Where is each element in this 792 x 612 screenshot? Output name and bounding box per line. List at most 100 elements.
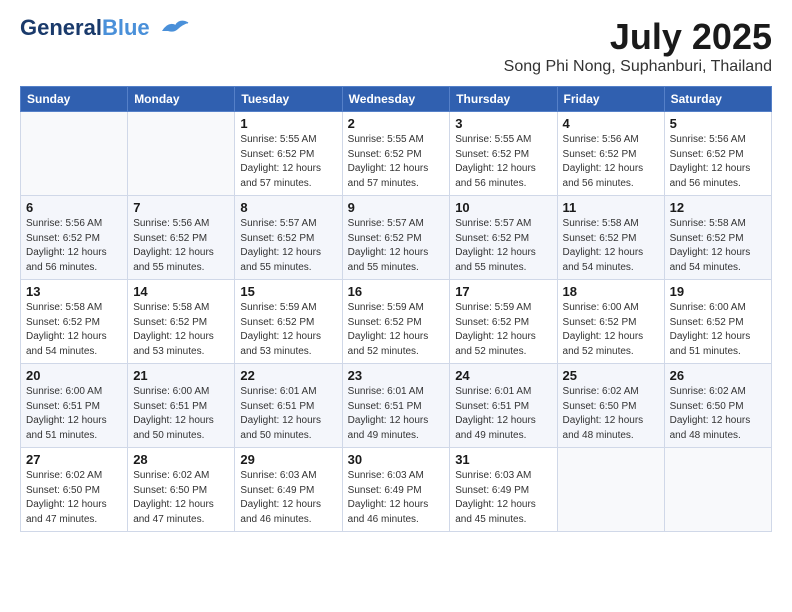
day-number: 27 [26, 452, 122, 467]
day-info: Sunrise: 5:56 AM Sunset: 6:52 PM Dayligh… [26, 217, 122, 275]
calendar-header-row: SundayMondayTuesdayWednesdayThursdayFrid… [21, 87, 772, 112]
location-title: Song Phi Nong, Suphanburi, Thailand [504, 58, 772, 76]
day-number: 12 [670, 200, 766, 215]
page-header: GeneralBlue July 2025 Song Phi Nong, Sup… [20, 16, 772, 76]
day-info: Sunrise: 6:00 AM Sunset: 6:52 PM Dayligh… [670, 301, 766, 359]
day-number: 25 [563, 368, 659, 383]
calendar-cell: 30 Sunrise: 6:03 AM Sunset: 6:49 PM Dayli… [342, 448, 450, 532]
calendar-cell: 4Sunrise: 5:56 AM Sunset: 6:52 PM Daylig… [557, 112, 664, 196]
day-number: 29 [240, 452, 336, 467]
day-number: 30 [348, 452, 445, 467]
day-info: Sunrise: 6:03 AM Sunset: 6:49 PM Dayligh… [348, 469, 445, 527]
calendar-cell: 20 Sunrise: 6:00 AM Sunset: 6:51 PM Dayli… [21, 364, 128, 448]
calendar-cell [128, 112, 235, 196]
calendar-cell: 26 Sunrise: 6:02 AM Sunset: 6:50 PM Dayli… [664, 364, 771, 448]
day-info: Sunrise: 6:02 AM Sunset: 6:50 PM Dayligh… [26, 469, 122, 527]
day-info: Sunrise: 5:58 AM Sunset: 6:52 PM Dayligh… [26, 301, 122, 359]
calendar-week-row: 6 Sunrise: 5:56 AM Sunset: 6:52 PM Daylig… [21, 196, 772, 280]
calendar-cell: 10 Sunrise: 5:57 AM Sunset: 6:52 PM Dayli… [450, 196, 557, 280]
day-info: Sunrise: 6:02 AM Sunset: 6:50 PM Dayligh… [563, 385, 659, 443]
day-info: Sunrise: 5:57 AM Sunset: 6:52 PM Dayligh… [455, 217, 551, 275]
calendar-cell: 22 Sunrise: 6:01 AM Sunset: 6:51 PM Dayli… [235, 364, 342, 448]
calendar-cell: 15Sunrise: 5:59 AM Sunset: 6:52 PM Dayli… [235, 280, 342, 364]
day-info: Sunrise: 6:01 AM Sunset: 6:51 PM Dayligh… [240, 385, 336, 443]
day-number: 26 [670, 368, 766, 383]
day-info: Sunrise: 6:02 AM Sunset: 6:50 PM Dayligh… [133, 469, 229, 527]
weekday-header: Tuesday [235, 87, 342, 112]
day-info: Sunrise: 5:58 AM Sunset: 6:52 PM Dayligh… [133, 301, 229, 359]
calendar-cell: 31 Sunrise: 6:03 AM Sunset: 6:49 PM Dayli… [450, 448, 557, 532]
weekday-header: Saturday [664, 87, 771, 112]
day-number: 20 [26, 368, 122, 383]
day-info: Sunrise: 5:57 AM Sunset: 6:52 PM Dayligh… [348, 217, 445, 275]
day-info: Sunrise: 5:55 AM Sunset: 6:52 PM Dayligh… [240, 133, 336, 191]
day-number: 17 [455, 284, 551, 299]
calendar-cell: 29 Sunrise: 6:03 AM Sunset: 6:49 PM Dayli… [235, 448, 342, 532]
calendar-table: SundayMondayTuesdayWednesdayThursdayFrid… [20, 86, 772, 532]
day-number: 11 [563, 200, 659, 215]
weekday-header: Thursday [450, 87, 557, 112]
day-info: Sunrise: 5:56 AM Sunset: 6:52 PM Dayligh… [133, 217, 229, 275]
day-info: Sunrise: 5:59 AM Sunset: 6:52 PM Dayligh… [455, 301, 551, 359]
calendar-cell: 24Sunrise: 6:01 AM Sunset: 6:51 PM Dayli… [450, 364, 557, 448]
day-number: 22 [240, 368, 336, 383]
day-info: Sunrise: 6:02 AM Sunset: 6:50 PM Dayligh… [670, 385, 766, 443]
day-number: 31 [455, 452, 551, 467]
calendar-cell: 5Sunrise: 5:56 AM Sunset: 6:52 PM Daylig… [664, 112, 771, 196]
calendar-cell: 12 Sunrise: 5:58 AM Sunset: 6:52 PM Dayli… [664, 196, 771, 280]
day-info: Sunrise: 6:00 AM Sunset: 6:51 PM Dayligh… [26, 385, 122, 443]
day-info: Sunrise: 6:01 AM Sunset: 6:51 PM Dayligh… [455, 385, 551, 443]
day-info: Sunrise: 5:58 AM Sunset: 6:52 PM Dayligh… [670, 217, 766, 275]
title-block: July 2025 Song Phi Nong, Suphanburi, Tha… [504, 16, 772, 76]
calendar-cell [664, 448, 771, 532]
day-number: 19 [670, 284, 766, 299]
calendar-cell: 7 Sunrise: 5:56 AM Sunset: 6:52 PM Daylig… [128, 196, 235, 280]
day-number: 5 [670, 116, 766, 131]
calendar-cell: 14 Sunrise: 5:58 AM Sunset: 6:52 PM Dayli… [128, 280, 235, 364]
calendar-cell: 2Sunrise: 5:55 AM Sunset: 6:52 PM Daylig… [342, 112, 450, 196]
day-number: 18 [563, 284, 659, 299]
calendar-cell [21, 112, 128, 196]
calendar-cell: 8 Sunrise: 5:57 AM Sunset: 6:52 PM Daylig… [235, 196, 342, 280]
day-number: 3 [455, 116, 551, 131]
weekday-header: Wednesday [342, 87, 450, 112]
calendar-cell: 25 Sunrise: 6:02 AM Sunset: 6:50 PM Dayli… [557, 364, 664, 448]
logo-text: GeneralBlue [20, 16, 150, 40]
month-title: July 2025 [504, 16, 772, 58]
day-info: Sunrise: 6:03 AM Sunset: 6:49 PM Dayligh… [240, 469, 336, 527]
day-number: 14 [133, 284, 229, 299]
day-number: 8 [240, 200, 336, 215]
day-number: 13 [26, 284, 122, 299]
day-number: 23 [348, 368, 445, 383]
day-info: Sunrise: 5:58 AM Sunset: 6:52 PM Dayligh… [563, 217, 659, 275]
calendar-cell: 18 Sunrise: 6:00 AM Sunset: 6:52 PM Dayli… [557, 280, 664, 364]
calendar-cell: 6 Sunrise: 5:56 AM Sunset: 6:52 PM Daylig… [21, 196, 128, 280]
calendar-cell: 28Sunrise: 6:02 AM Sunset: 6:50 PM Dayli… [128, 448, 235, 532]
calendar-cell: 3 Sunrise: 5:55 AM Sunset: 6:52 PM Daylig… [450, 112, 557, 196]
calendar-cell: 13 Sunrise: 5:58 AM Sunset: 6:52 PM Dayli… [21, 280, 128, 364]
calendar-cell: 16 Sunrise: 5:59 AM Sunset: 6:52 PM Dayli… [342, 280, 450, 364]
calendar-week-row: 13 Sunrise: 5:58 AM Sunset: 6:52 PM Dayli… [21, 280, 772, 364]
day-info: Sunrise: 6:01 AM Sunset: 6:51 PM Dayligh… [348, 385, 445, 443]
calendar-cell [557, 448, 664, 532]
weekday-header: Friday [557, 87, 664, 112]
day-info: Sunrise: 5:59 AM Sunset: 6:52 PM Dayligh… [348, 301, 445, 359]
day-info: Sunrise: 6:00 AM Sunset: 6:52 PM Dayligh… [563, 301, 659, 359]
day-number: 7 [133, 200, 229, 215]
day-info: Sunrise: 5:55 AM Sunset: 6:52 PM Dayligh… [455, 133, 551, 191]
calendar-cell: 19 Sunrise: 6:00 AM Sunset: 6:52 PM Dayli… [664, 280, 771, 364]
weekday-header: Monday [128, 87, 235, 112]
day-info: Sunrise: 6:00 AM Sunset: 6:51 PM Dayligh… [133, 385, 229, 443]
day-number: 10 [455, 200, 551, 215]
day-number: 1 [240, 116, 336, 131]
day-number: 6 [26, 200, 122, 215]
calendar-cell: 21Sunrise: 6:00 AM Sunset: 6:51 PM Dayli… [128, 364, 235, 448]
calendar-cell: 17 Sunrise: 5:59 AM Sunset: 6:52 PM Dayli… [450, 280, 557, 364]
calendar-cell: 27 Sunrise: 6:02 AM Sunset: 6:50 PM Dayli… [21, 448, 128, 532]
day-info: Sunrise: 5:57 AM Sunset: 6:52 PM Dayligh… [240, 217, 336, 275]
day-info: Sunrise: 6:03 AM Sunset: 6:49 PM Dayligh… [455, 469, 551, 527]
calendar-week-row: 27 Sunrise: 6:02 AM Sunset: 6:50 PM Dayli… [21, 448, 772, 532]
calendar-cell: 23 Sunrise: 6:01 AM Sunset: 6:51 PM Dayli… [342, 364, 450, 448]
calendar-cell: 9Sunrise: 5:57 AM Sunset: 6:52 PM Daylig… [342, 196, 450, 280]
day-number: 16 [348, 284, 445, 299]
